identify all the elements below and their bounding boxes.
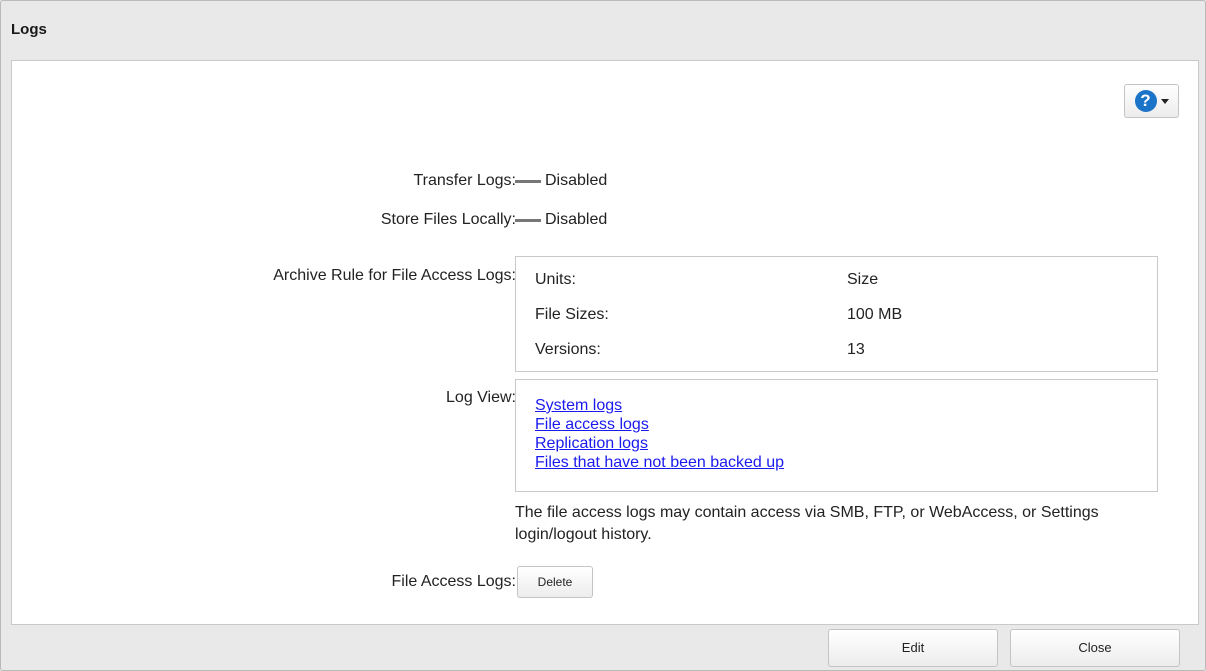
archive-rule-label: Archive Rule for File Access Logs: <box>273 267 516 284</box>
archive-key: File Sizes: <box>535 306 609 323</box>
archive-row: Units: Size <box>535 271 878 289</box>
archive-row: Versions: 13 <box>535 341 865 359</box>
log-view-box: System logs File access logs Replication… <box>515 379 1158 492</box>
transfer-logs-value: Disabled <box>515 172 607 190</box>
help-menu-button[interactable]: ? <box>1124 84 1179 118</box>
store-files-status: Disabled <box>545 211 608 228</box>
system-logs-link[interactable]: System logs <box>535 396 784 415</box>
archive-key: Units: <box>535 271 576 288</box>
close-button[interactable]: Close <box>1010 629 1180 667</box>
transfer-logs-status: Disabled <box>545 172 608 189</box>
logs-dialog: Logs ? Transfer Logs: Disabled Store Fil… <box>0 0 1206 671</box>
not-backed-up-link[interactable]: Files that have not been backed up <box>535 453 784 472</box>
dialog-title: Logs <box>11 21 47 38</box>
archive-value: Size <box>847 271 879 288</box>
disabled-dash-icon <box>515 218 541 222</box>
archive-rule-box: Units: Size File Sizes: 100 MB Versions:… <box>515 256 1158 372</box>
edit-button[interactable]: Edit <box>828 629 998 667</box>
transfer-logs-label: Transfer Logs: <box>413 172 516 189</box>
file-access-logs-label: File Access Logs: <box>391 573 517 590</box>
disabled-dash-icon <box>515 179 541 183</box>
log-view-label: Log View: <box>446 389 516 406</box>
store-files-label: Store Files Locally: <box>380 211 516 228</box>
chevron-down-icon <box>1160 98 1169 104</box>
replication-logs-link[interactable]: Replication logs <box>535 434 784 453</box>
archive-row: File Sizes: 100 MB <box>535 306 902 324</box>
help-icon: ? <box>1134 90 1157 112</box>
archive-value: 13 <box>847 341 865 358</box>
archive-key: Versions: <box>535 341 601 358</box>
file-access-note: The file access logs may contain access … <box>515 504 1099 543</box>
file-access-logs-link[interactable]: File access logs <box>535 415 784 434</box>
settings-panel: ? Transfer Logs: Disabled Store Files Lo… <box>11 60 1199 625</box>
delete-button[interactable]: Delete <box>517 566 593 598</box>
log-links: System logs File access logs Replication… <box>535 396 784 472</box>
archive-value: 100 MB <box>847 306 903 323</box>
store-files-value: Disabled <box>515 211 607 229</box>
